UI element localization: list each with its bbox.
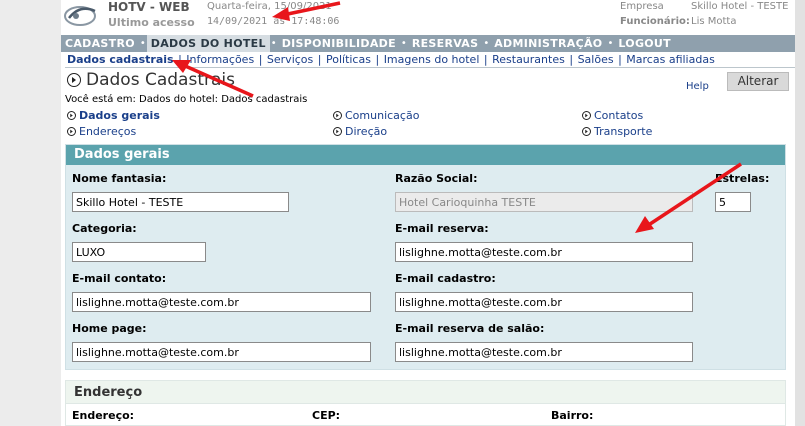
- subnav-saloes[interactable]: Salões: [578, 53, 614, 66]
- section-link-label: Contatos: [594, 109, 644, 122]
- help-link[interactable]: Help: [686, 81, 709, 92]
- nav-administracao[interactable]: ADMINISTRAÇÃO: [490, 35, 606, 52]
- page-title-row: Dados Cadastrais: [67, 70, 235, 90]
- endereco-panel: Endereço Endereço: CEP: Bairro:: [65, 380, 786, 426]
- arrow-right-circle-icon: [582, 111, 591, 120]
- email-cadastro-input[interactable]: [395, 292, 693, 312]
- subnav-dados-cadastrais[interactable]: Dados cadastrais: [67, 53, 174, 66]
- main-content: HOTV - WEB Ultimo acesso Quarta-feira, 1…: [61, 0, 795, 426]
- email-contato-input[interactable]: [72, 292, 371, 312]
- section-link-transporte[interactable]: Transporte: [582, 125, 652, 138]
- section-link-label: Endereços: [79, 125, 137, 138]
- nav-separator: •: [400, 38, 407, 49]
- home-page-input[interactable]: [72, 342, 371, 362]
- nav-separator: •: [270, 38, 277, 49]
- alterar-button[interactable]: Alterar: [727, 72, 789, 91]
- email-contato-label: E-mail contato:: [72, 272, 167, 285]
- subnav-separator: |: [569, 53, 574, 66]
- empresa-label: Empresa: [620, 1, 664, 12]
- arrow-right-circle-icon: [67, 127, 76, 136]
- arrow-right-circle-icon: [67, 73, 81, 87]
- funcionario-label: Funcionário:: [620, 16, 690, 27]
- subnav-imagens-do-hotel[interactable]: Imagens do hotel: [384, 53, 480, 66]
- categoria-label: Categoria:: [72, 222, 137, 235]
- email-reserva-label: E-mail reserva:: [395, 222, 489, 235]
- section-link-label: Direção: [345, 125, 388, 138]
- nav-cadastro[interactable]: CADASTRO: [61, 35, 139, 52]
- nav-separator: •: [483, 38, 490, 49]
- subnav-separator: |: [375, 53, 380, 66]
- funcionario-value: Lis Motta: [691, 16, 737, 27]
- empresa-value: Skillo Hotel - TESTE: [691, 1, 789, 12]
- cep-label: CEP:: [312, 409, 341, 422]
- endereco-label: Endereço:: [72, 409, 135, 422]
- arrow-right-circle-icon: [582, 127, 591, 136]
- last-access-time: 14/09/2021 às 17:48:06: [207, 16, 340, 27]
- divider: [65, 67, 795, 68]
- email-reserva-salao-label: E-mail reserva de salão:: [395, 322, 545, 335]
- home-page-label: Home page:: [72, 322, 147, 335]
- subnav-servicos[interactable]: Serviços: [267, 53, 313, 66]
- nav-separator: •: [607, 38, 614, 49]
- section-link-enderecos[interactable]: Endereços: [67, 125, 136, 138]
- app-title: HOTV - WEB: [108, 0, 190, 14]
- page: HOTV - WEB Ultimo acesso Quarta-feira, 1…: [0, 0, 805, 426]
- top-navigation: CADASTRO • DADOS DO HOTEL • DISPONIBILID…: [61, 35, 795, 52]
- subnav-separator: |: [618, 53, 622, 66]
- header: HOTV - WEB Ultimo acesso Quarta-feira, 1…: [61, 0, 795, 34]
- breadcrumb: Você está em: Dados do hotel: Dados cada…: [65, 94, 308, 105]
- email-reserva-input[interactable]: [395, 242, 693, 262]
- subnav-restaurantes[interactable]: Restaurantes: [492, 53, 565, 66]
- nav-reservas[interactable]: RESERVAS: [408, 35, 483, 52]
- estrelas-input[interactable]: [715, 192, 751, 212]
- last-access-label: Ultimo acesso: [108, 16, 195, 29]
- dados-gerais-panel: Dados gerais Nome fantasia: Razão Social…: [65, 144, 786, 370]
- categoria-input[interactable]: [72, 242, 206, 262]
- nav-disponibilidade[interactable]: DISPONIBILIDADE: [278, 35, 400, 52]
- subnav-informacoes[interactable]: Informações: [186, 53, 254, 66]
- current-date: Quarta-feira, 15/09/2021: [207, 1, 332, 12]
- page-title: Dados Cadastrais: [86, 70, 235, 90]
- window-edge: [795, 0, 805, 426]
- estrelas-label: Estrelas:: [715, 172, 770, 185]
- email-reserva-salao-input[interactable]: [395, 342, 693, 362]
- subnav-separator: |: [258, 53, 263, 66]
- panel-title: Endereço: [66, 381, 785, 404]
- subnav-separator: |: [178, 53, 182, 66]
- nav-separator: •: [139, 38, 146, 49]
- bairro-label: Bairro:: [551, 409, 594, 422]
- arrow-right-circle-icon: [67, 111, 76, 120]
- section-link-label: Comunicação: [345, 109, 420, 122]
- razao-social-input: [395, 192, 693, 212]
- subnav-separator: |: [483, 53, 488, 66]
- nav-dados-do-hotel[interactable]: DADOS DO HOTEL: [146, 35, 270, 52]
- section-link-contatos[interactable]: Contatos: [582, 109, 643, 122]
- panel-title: Dados gerais: [66, 145, 785, 165]
- subnav-marcas-afiliadas[interactable]: Marcas afiliadas: [626, 53, 715, 66]
- nome-fantasia-label: Nome fantasia:: [72, 172, 167, 185]
- razao-social-label: Razão Social:: [395, 172, 478, 185]
- section-link-comunicacao[interactable]: Comunicação: [333, 109, 419, 122]
- nav-logout[interactable]: LOGOUT: [614, 35, 675, 52]
- section-link-dados-gerais[interactable]: Dados gerais: [67, 109, 160, 122]
- section-link-direcao[interactable]: Direção: [333, 125, 387, 138]
- section-link-label: Dados gerais: [79, 109, 160, 122]
- arrow-right-circle-icon: [333, 111, 342, 120]
- sub-navigation: Dados cadastrais | Informações | Serviço…: [67, 53, 715, 67]
- nome-fantasia-input[interactable]: [72, 192, 289, 212]
- hotv-logo-icon: [64, 6, 96, 26]
- section-link-label: Transporte: [594, 125, 653, 138]
- arrow-right-circle-icon: [333, 127, 342, 136]
- subnav-politicas[interactable]: Políticas: [326, 53, 371, 66]
- email-cadastro-label: E-mail cadastro:: [395, 272, 496, 285]
- subnav-separator: |: [317, 53, 322, 66]
- section-links: Dados gerais Endereços Comunicação Direç…: [65, 109, 795, 141]
